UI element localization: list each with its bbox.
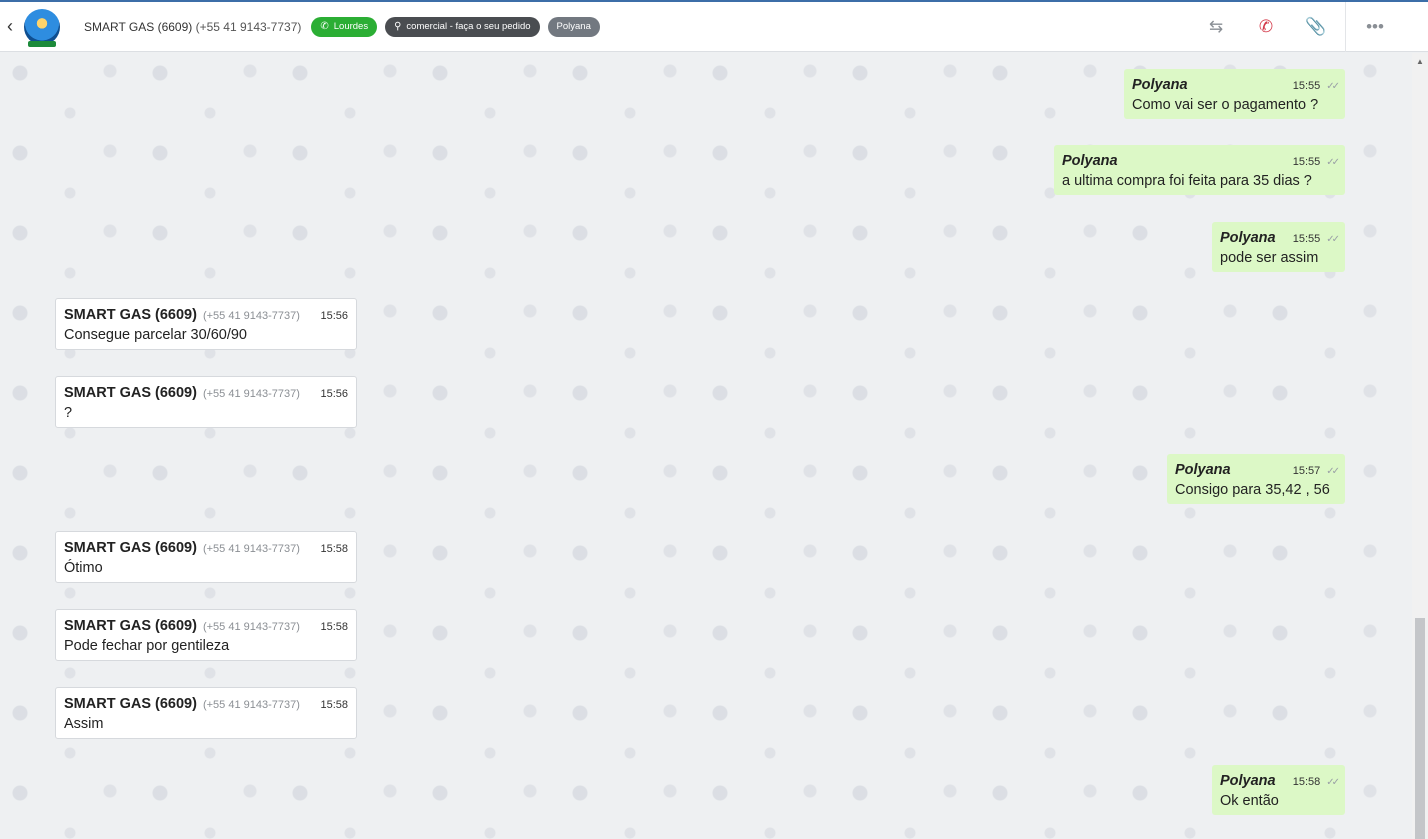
- message-incoming: SMART GAS (6609) (+55 41 9143-7737) 15:56 …: [55, 376, 357, 428]
- double-check-icon: ✓✓: [1326, 234, 1340, 245]
- message-time: 15:56: [320, 310, 348, 322]
- message-time: 15:56: [320, 388, 348, 400]
- avatar[interactable]: [24, 8, 60, 47]
- tag-label: Lourdes: [333, 21, 369, 32]
- message-time: 15:55: [1292, 80, 1321, 92]
- contact-phone: (+55 41 9143-7737): [195, 19, 302, 34]
- scrollbar[interactable]: ▲: [1412, 53, 1428, 839]
- message-incoming: SMART GAS (6609) (+55 41 9143-7737) 15:58 …: [55, 609, 357, 661]
- message-sender: SMART GAS (6609): [64, 307, 197, 323]
- message-incoming: SMART GAS (6609) (+55 41 9143-7737) 15:56 …: [55, 298, 357, 350]
- message-time: 15:58: [320, 543, 348, 555]
- message-text: Consegue parcelar 30/60/90: [64, 327, 247, 343]
- message-time: 15:58: [320, 621, 348, 633]
- message-sender: Polyana: [1220, 773, 1276, 789]
- message-time: 15:58: [320, 699, 348, 711]
- message-sender: SMART GAS (6609): [64, 696, 197, 712]
- message-outgoing: Polyana 15:58 ✓✓ Ok então: [1212, 765, 1345, 815]
- message-sender: Polyana: [1220, 230, 1276, 246]
- avatar-badge: [28, 40, 56, 47]
- tag-queue[interactable]: ⚲ comercial - faça o seu pedido: [385, 16, 540, 37]
- tag-agent[interactable]: Polyana: [547, 16, 600, 37]
- tag-label: comercial - faça o seu pedido: [406, 21, 531, 32]
- message-outgoing: Polyana 15:57 ✓✓ Consigo para 35,42 , 56: [1167, 454, 1345, 504]
- message-phone: (+55 41 9143-7737): [202, 388, 300, 400]
- message-time: 15:55: [1292, 156, 1321, 168]
- attach-icon[interactable]: 📎: [1291, 17, 1341, 37]
- hangup-icon[interactable]: ✆: [1241, 17, 1291, 37]
- message-outgoing: Polyana 15:55 ✓✓ a ultima compra foi feita…: [1054, 145, 1345, 195]
- message-phone: (+55 41 9143-7737): [202, 621, 300, 633]
- double-check-icon: ✓✓: [1326, 157, 1340, 168]
- message-text: Assim: [64, 716, 104, 732]
- contact-name: SMART GAS (6609): [84, 19, 193, 34]
- message-time: 15:55: [1292, 233, 1321, 245]
- message-sender: Polyana: [1062, 153, 1118, 169]
- message-time: 15:58: [1292, 776, 1321, 788]
- tag-label: Polyana: [556, 21, 591, 32]
- double-check-icon: ✓✓: [1326, 777, 1340, 788]
- message-sender: SMART GAS (6609): [64, 385, 197, 401]
- header-actions: ⇆ ✆ 📎 •••: [1191, 2, 1400, 52]
- message-incoming: SMART GAS (6609) (+55 41 9143-7737) 15:58 …: [55, 531, 357, 583]
- message-phone: (+55 41 9143-7737): [202, 543, 300, 555]
- chat-header: ‹ SMART GAS (6609) (+55 41 9143-7737) ✆ …: [0, 0, 1428, 52]
- message-time: 15:57: [1292, 465, 1321, 477]
- message-text: Ok então: [1220, 793, 1279, 809]
- message-sender: Polyana: [1132, 77, 1188, 93]
- message-sender: SMART GAS (6609): [64, 618, 197, 634]
- divider: [1345, 2, 1346, 52]
- message-text: Pode fechar por gentileza: [64, 638, 230, 654]
- whatsapp-icon: ✆: [320, 21, 329, 32]
- scrollbar-thumb[interactable]: [1415, 618, 1425, 839]
- message-sender: Polyana: [1175, 462, 1231, 478]
- scroll-up-icon[interactable]: ▲: [1416, 57, 1424, 66]
- message-text: Consigo para 35,42 , 56: [1175, 482, 1330, 498]
- message-phone: (+55 41 9143-7737): [202, 310, 300, 322]
- message-text: a ultima compra foi feita para 35 dias ?: [1062, 173, 1312, 189]
- message-sender: SMART GAS (6609): [64, 540, 197, 556]
- contact-title: SMART GAS (6609) (+55 41 9143-7737): [84, 20, 301, 34]
- message-phone: (+55 41 9143-7737): [202, 699, 300, 711]
- more-icon[interactable]: •••: [1350, 17, 1400, 37]
- double-check-icon: ✓✓: [1326, 81, 1340, 92]
- tag-lourdes[interactable]: ✆ Lourdes: [311, 16, 378, 37]
- message-outgoing: Polyana 15:55 ✓✓ pode ser assim: [1212, 222, 1345, 272]
- message-text: pode ser assim: [1220, 250, 1319, 266]
- message-outgoing: Polyana 15:55 ✓✓ Como vai ser o pagamento …: [1124, 69, 1345, 119]
- double-check-icon: ✓✓: [1326, 466, 1340, 477]
- message-text: Como vai ser o pagamento ?: [1132, 97, 1319, 113]
- message-incoming: SMART GAS (6609) (+55 41 9143-7737) 15:58 …: [55, 687, 357, 739]
- chevron-left-icon[interactable]: ‹: [2, 16, 18, 37]
- message-text: ?: [64, 405, 73, 421]
- transfer-icon[interactable]: ⇆: [1191, 17, 1241, 37]
- chat-area[interactable]: Polyana 15:55 ✓✓ Como vai ser o pagamento …: [0, 53, 1412, 839]
- message-text: Ótimo: [64, 560, 103, 576]
- org-chart-icon: ⚲: [394, 21, 402, 32]
